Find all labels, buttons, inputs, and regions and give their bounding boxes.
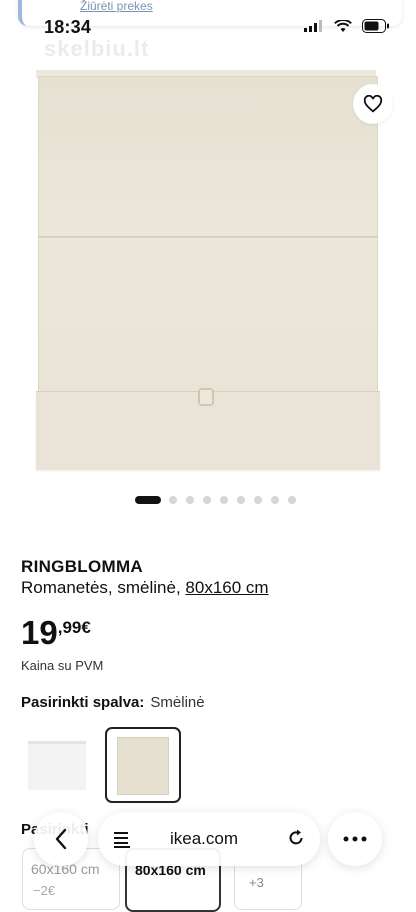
battery-icon — [362, 19, 389, 33]
product-description: Romanetės, smėlinė, — [21, 578, 186, 597]
roman-blind-image — [36, 76, 380, 470]
carousel-dot[interactable] — [271, 496, 279, 504]
carousel-dot[interactable] — [135, 496, 161, 504]
carousel-dot[interactable] — [220, 496, 228, 504]
carousel-dot[interactable] — [288, 496, 296, 504]
product-brand: RINGBLOMMA — [21, 557, 143, 576]
swatch-image — [28, 741, 86, 790]
color-swatch-white[interactable] — [22, 731, 92, 797]
carousel-dot[interactable] — [186, 496, 194, 504]
back-button[interactable] — [34, 812, 88, 866]
carousel-dot[interactable] — [203, 496, 211, 504]
color-label: Pasirinkti spalva: — [21, 694, 145, 711]
status-icons — [304, 19, 390, 33]
wifi-icon — [334, 19, 352, 32]
price-main: 19 — [21, 614, 58, 651]
fold-line — [38, 236, 378, 238]
vat-note: Kaina su PVM — [21, 658, 104, 673]
product-image[interactable] — [0, 56, 416, 486]
product-price: 19,99€ — [21, 614, 91, 652]
status-time: 18:34 — [44, 17, 92, 37]
size-chip-more-text: +3 — [249, 875, 264, 890]
blind-ring — [198, 388, 214, 406]
carousel-dots[interactable] — [0, 495, 416, 505]
product-subtitle: Romanetės, smėlinė, 80x160 cm — [21, 578, 269, 598]
signal-icon — [304, 20, 322, 32]
more-dots-icon — [343, 836, 367, 842]
more-options-button[interactable] — [328, 812, 382, 866]
carousel-dot[interactable] — [254, 496, 262, 504]
favorite-button[interactable] — [353, 84, 393, 124]
address-bar[interactable]: ikea.com — [98, 812, 320, 866]
product-size-link[interactable]: 80x160 cm — [185, 578, 268, 597]
color-selector-label: Pasirinkti spalva: Smėlinė — [21, 694, 205, 711]
reload-icon[interactable] — [286, 828, 306, 853]
carousel-dot[interactable] — [169, 496, 177, 504]
chevron-left-icon — [55, 828, 67, 850]
heart-outline-icon — [363, 95, 383, 113]
size-chip-sub: −2€ — [33, 883, 56, 898]
blind-bottom-fold — [36, 388, 380, 470]
page-menu-icon[interactable] — [112, 829, 132, 854]
color-value: Smėlinė — [150, 694, 205, 711]
carousel-dot[interactable] — [237, 496, 245, 504]
swatch-image — [117, 737, 169, 795]
price-cents: ,99€ — [57, 618, 91, 637]
color-swatch-beige[interactable] — [105, 727, 181, 803]
url-text: ikea.com — [170, 829, 239, 848]
